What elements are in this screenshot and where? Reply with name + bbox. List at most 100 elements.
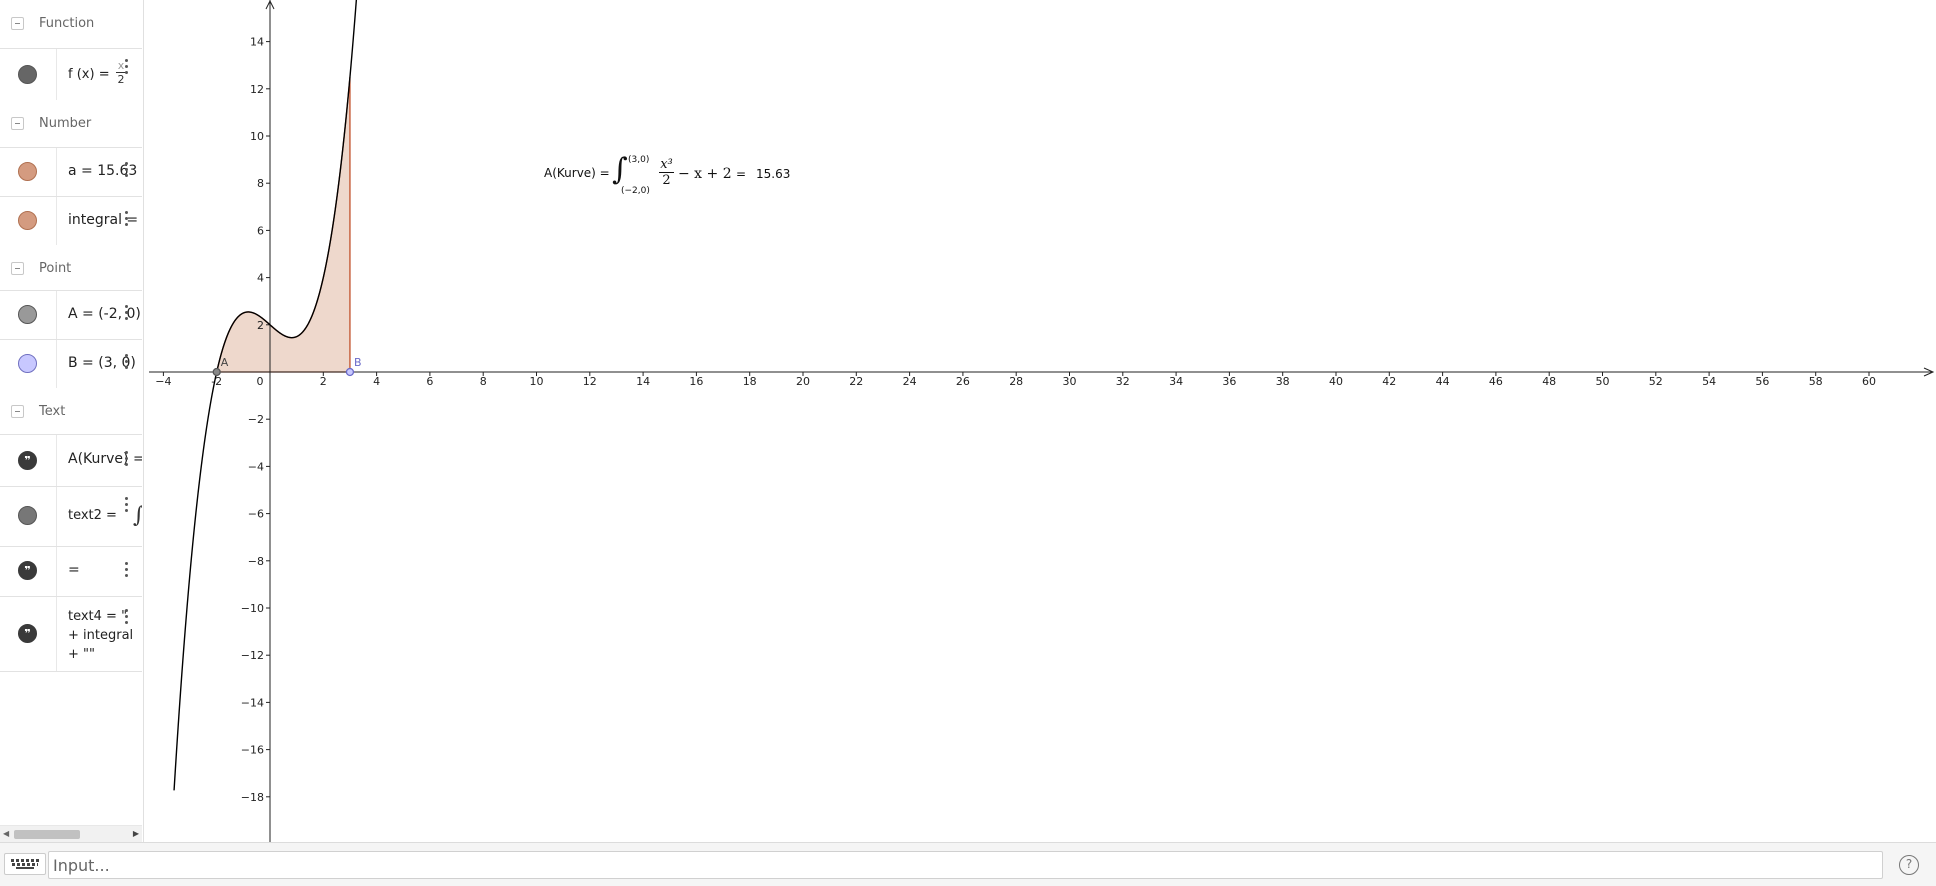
text-expression[interactable]: = (68, 562, 80, 578)
graphics-canvas[interactable]: −4 2 4 6 8 10 12 14 16 18 20 22 24 26 28 30 32 34 36 38 40 42… (149, 0, 1936, 842)
algebra-view: Function f (x) = x 2 Number a = 15.63 in… (0, 0, 144, 842)
algebra-row-A[interactable]: A = (-2, 0) (0, 290, 142, 339)
quote-icon[interactable]: ❞ (18, 561, 37, 580)
more-menu-icon[interactable] (125, 305, 129, 323)
algebra-row-B[interactable]: B = (3, 0) (0, 339, 142, 388)
algebra-row-a[interactable]: a = 15.63 (0, 147, 142, 196)
x-tick-label: 56 (1755, 375, 1769, 388)
function-curve (173, 0, 358, 791)
scroll-left-icon[interactable]: ◀ (3, 829, 9, 838)
x-tick-label: 18 (743, 375, 757, 388)
x-tick-label: −4 (155, 375, 171, 388)
x-tick-label: 20 (796, 375, 810, 388)
more-menu-icon[interactable] (125, 562, 129, 580)
x-tick-label: 8 (480, 375, 487, 388)
origin-label: 0 (257, 375, 264, 388)
integral-sign-icon: ∫ (133, 503, 142, 528)
algebra-input-field[interactable] (48, 851, 1883, 879)
algebra-row-integral[interactable]: integral = 15 (0, 196, 142, 245)
scrollbar-thumb[interactable] (14, 830, 80, 839)
number-expression[interactable]: integral = 15 (68, 212, 142, 228)
x-tick-label: 54 (1702, 375, 1716, 388)
y-tick-label: −10 (241, 602, 264, 615)
x-tick-label: 28 (1009, 375, 1023, 388)
y-tick-label: −14 (241, 696, 264, 709)
help-icon[interactable]: ? (1899, 855, 1919, 875)
more-menu-icon[interactable] (125, 354, 129, 372)
more-menu-icon[interactable] (125, 162, 129, 180)
y-tick-label: 2 (257, 319, 264, 332)
x-tick-label: 36 (1222, 375, 1236, 388)
equals-sign: = (98, 67, 110, 82)
y-tick-label: 10 (250, 130, 264, 143)
integral-value: 15.63 (756, 167, 791, 181)
quote-icon[interactable]: ❞ (18, 451, 37, 470)
x-tick-label: 50 (1596, 375, 1610, 388)
fraction-denominator: 2 (662, 173, 671, 188)
category-label: Point (39, 261, 72, 276)
y-tick-label: −18 (241, 791, 264, 804)
algebra-row-text2[interactable]: text2 = ∫ (0, 486, 142, 546)
y-tick-label: 8 (257, 177, 264, 190)
collapse-point-button[interactable] (11, 262, 24, 275)
visibility-toggle[interactable] (18, 305, 37, 324)
algebra-row-text1[interactable]: ❞ A(Kurve) = (0, 434, 142, 486)
x-tick-label: 14 (636, 375, 650, 388)
x-tick-label: 52 (1649, 375, 1663, 388)
x-tick-label: 22 (849, 375, 863, 388)
collapse-number-button[interactable] (11, 117, 24, 130)
category-point: Point (0, 245, 142, 290)
text-expression-line[interactable]: + "" (68, 647, 95, 662)
y-tick-label: 4 (257, 272, 264, 285)
visibility-toggle[interactable] (18, 211, 37, 230)
y-tick-label: −6 (248, 508, 264, 521)
point-label-A: A (221, 356, 229, 369)
function-expression[interactable]: f (x) = (68, 67, 110, 82)
shaded-area (215, 76, 351, 373)
y-tick-label: −12 (241, 649, 264, 662)
x-tick-label: 16 (689, 375, 703, 388)
more-menu-icon[interactable] (125, 451, 129, 469)
marble-cell (0, 197, 57, 245)
text-expression-line[interactable]: + integral (68, 628, 133, 643)
x-tick-label: 24 (903, 375, 917, 388)
integrand-fraction: x³ 2 (659, 157, 674, 189)
algebra-row-text3[interactable]: ❞ = (0, 546, 142, 596)
x-tick-label: 2 (320, 375, 327, 388)
more-menu-icon[interactable] (125, 497, 129, 515)
category-text: Text (0, 388, 142, 434)
marble-cell: ❞ (0, 597, 57, 671)
visibility-toggle[interactable] (18, 162, 37, 181)
point-label-B: B (354, 356, 362, 369)
x-tick-label: 34 (1169, 375, 1183, 388)
text-expression[interactable]: A(Kurve) = (68, 451, 142, 467)
visibility-toggle[interactable] (18, 506, 37, 525)
x-tick-label: 46 (1489, 375, 1503, 388)
x-tick-label: 42 (1382, 375, 1396, 388)
keyboard-icon[interactable] (4, 853, 46, 875)
collapse-function-button[interactable] (11, 17, 24, 30)
x-tick-label: 48 (1542, 375, 1556, 388)
visibility-toggle[interactable] (18, 354, 37, 373)
scroll-right-icon[interactable]: ▶ (133, 829, 139, 838)
text-expression-line[interactable]: text4 = " (68, 609, 127, 624)
text-expression[interactable]: text2 = (68, 508, 117, 523)
more-menu-icon[interactable] (125, 609, 129, 627)
more-menu-icon[interactable] (125, 211, 129, 229)
x-tick-label: 12 (583, 375, 597, 388)
y-tick-label: 12 (250, 83, 264, 96)
point-expression[interactable]: A = (-2, 0) (68, 306, 141, 322)
geogebra-app: Function f (x) = x 2 Number a = 15.63 in… (0, 0, 1936, 886)
marble-cell (0, 487, 57, 546)
algebra-row-text4[interactable]: ❞ text4 = " + integral + "" (0, 596, 142, 672)
graphics-view[interactable]: −4 2 4 6 8 10 12 14 16 18 20 22 24 26 28 30 32 34 36 38 40 42… (149, 0, 1936, 842)
more-menu-icon[interactable] (125, 59, 129, 77)
algebra-row-f[interactable]: f (x) = x 2 (0, 48, 142, 100)
category-number: Number (0, 100, 142, 147)
visibility-toggle[interactable] (18, 65, 37, 84)
x-tick-label: 4 (373, 375, 380, 388)
algebra-horizontal-scrollbar[interactable]: ◀ ▶ (0, 825, 142, 842)
collapse-text-button[interactable] (11, 405, 24, 418)
quote-icon[interactable]: ❞ (18, 624, 37, 643)
x-tick-label: 26 (956, 375, 970, 388)
